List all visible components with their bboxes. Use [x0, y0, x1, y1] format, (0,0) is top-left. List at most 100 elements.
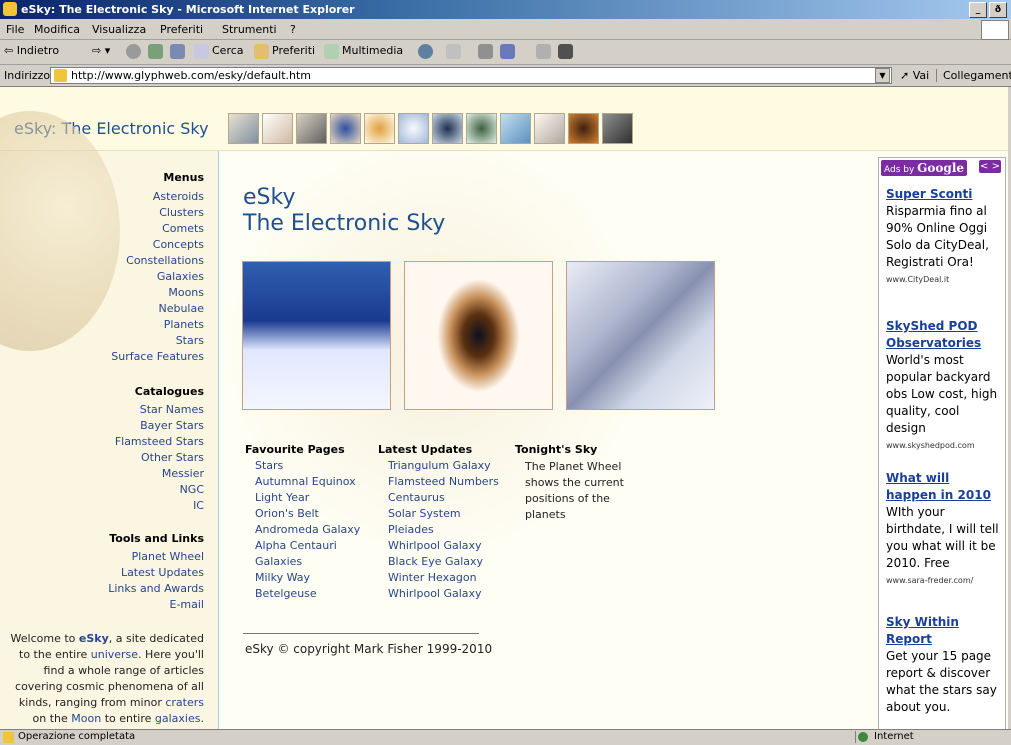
menu-strumenti[interactable]: Strumenti — [222, 23, 277, 36]
fav-link[interactable]: Autumnal Equinox — [255, 475, 356, 488]
favorites-icon — [254, 44, 269, 59]
fav-link[interactable]: Galaxies — [255, 555, 302, 568]
forward-button[interactable]: ⇨ ▾ — [92, 44, 110, 57]
feature-image-galaxy[interactable] — [404, 261, 553, 410]
update-link[interactable]: Black Eye Galaxy — [388, 555, 483, 568]
thumb-10[interactable] — [534, 113, 565, 144]
address-dropdown-button[interactable]: ▼ — [875, 68, 890, 83]
welcome-mid4: to entire — [101, 712, 155, 725]
discuss-icon[interactable] — [536, 44, 551, 59]
update-link[interactable]: Centaurus — [388, 491, 445, 504]
thumb-3[interactable] — [296, 113, 327, 144]
thumb-4[interactable] — [330, 113, 361, 144]
update-link[interactable]: Pleiades — [388, 523, 434, 536]
nav-surface-features[interactable]: Surface Features — [111, 350, 204, 363]
nav-constellations[interactable]: Constellations — [126, 254, 204, 267]
welcome-moon-link[interactable]: Moon — [71, 712, 101, 725]
window-titlebar[interactable]: eSky: The Electronic Sky - Microsoft Int… — [0, 0, 1011, 19]
address-field[interactable] — [50, 67, 892, 84]
update-link[interactable]: Winter Hexagon — [388, 571, 477, 584]
ad-title[interactable]: SkyShed POD Observatories — [886, 318, 1001, 352]
fav-link[interactable]: Stars — [255, 459, 283, 472]
menu-preferiti[interactable]: Preferiti — [160, 23, 203, 36]
ad-title[interactable]: What will happen in 2010 — [886, 470, 1001, 504]
update-link[interactable]: Whirlpool Galaxy — [388, 539, 482, 552]
ie-logo-icon — [3, 2, 17, 16]
ad-url[interactable]: www.CityDeal.it — [886, 271, 1001, 288]
welcome-esky-link[interactable]: eSky — [79, 632, 109, 645]
messenger-icon[interactable] — [558, 44, 573, 59]
update-link[interactable]: Triangulum Galaxy — [388, 459, 491, 472]
fav-link[interactable]: Light Year — [255, 491, 309, 504]
links-button[interactable]: Collegamenti — [936, 69, 1011, 82]
update-link[interactable]: Flamsteed Numbers — [388, 475, 499, 488]
home-icon[interactable] — [170, 44, 185, 59]
nav-planets[interactable]: Planets — [164, 318, 204, 331]
nav-clusters[interactable]: Clusters — [159, 206, 204, 219]
update-link[interactable]: Solar System — [388, 507, 461, 520]
feature-image-nebula[interactable] — [566, 261, 715, 410]
favorites-button[interactable]: Preferiti — [272, 44, 315, 57]
thumb-2[interactable] — [262, 113, 293, 144]
nav-ic[interactable]: IC — [193, 499, 204, 512]
update-link[interactable]: Whirlpool Galaxy — [388, 587, 482, 600]
nav-links-awards[interactable]: Links and Awards — [108, 582, 204, 595]
menu-visualizza[interactable]: Visualizza — [92, 23, 146, 36]
nav-concepts[interactable]: Concepts — [153, 238, 204, 251]
copyright-text: eSky © copyright Mark Fisher 1999-2010 — [245, 642, 493, 656]
url-input[interactable] — [71, 68, 871, 83]
restore-button[interactable]: ð — [989, 2, 1007, 18]
back-button[interactable]: ⇦ Indietro — [4, 44, 59, 57]
menu-modifica[interactable]: Modifica — [34, 23, 80, 36]
nav-planet-wheel[interactable]: Planet Wheel — [132, 550, 204, 563]
nav-nebulae[interactable]: Nebulae — [158, 302, 204, 315]
welcome-craters-link[interactable]: craters — [165, 696, 204, 709]
ad-title[interactable]: Sky Within Report — [886, 614, 1001, 648]
fav-link[interactable]: Andromeda Galaxy — [255, 523, 360, 536]
ad-url[interactable]: www.skyshedpod.com — [886, 437, 1001, 454]
tonight-text[interactable]: The Planet Wheel shows the current posit… — [525, 459, 625, 523]
welcome-galaxies-link[interactable]: galaxies — [155, 712, 201, 725]
mail-icon[interactable] — [446, 44, 461, 59]
fav-link[interactable]: Orion's Belt — [255, 507, 319, 520]
thumb-12[interactable] — [602, 113, 633, 144]
minimize-button[interactable]: _ — [969, 2, 987, 18]
nav-galaxies[interactable]: Galaxies — [157, 270, 204, 283]
nav-stars[interactable]: Stars — [176, 334, 204, 347]
nav-asteroids[interactable]: Asteroids — [153, 190, 204, 203]
thumb-1[interactable] — [228, 113, 259, 144]
thumb-9[interactable] — [500, 113, 531, 144]
fav-link[interactable]: Milky Way — [255, 571, 310, 584]
nav-other-stars[interactable]: Other Stars — [141, 451, 204, 464]
nav-latest-updates[interactable]: Latest Updates — [121, 566, 204, 579]
print-icon[interactable] — [478, 44, 493, 59]
menu-help[interactable]: ? — [290, 23, 296, 36]
fav-link[interactable]: Betelgeuse — [255, 587, 317, 600]
ad-title[interactable]: Super Sconti — [886, 186, 1001, 203]
history-icon[interactable] — [418, 44, 433, 59]
nav-email[interactable]: E-mail — [170, 598, 205, 611]
welcome-universe-link[interactable]: universe — [91, 648, 138, 661]
refresh-icon[interactable] — [148, 44, 163, 59]
nav-flamsteed-stars[interactable]: Flamsteed Stars — [115, 435, 204, 448]
go-button[interactable]: ➚ Vai — [900, 69, 929, 82]
menu-file[interactable]: File — [6, 23, 24, 36]
stop-icon[interactable] — [126, 44, 141, 59]
ad-url[interactable]: www.sara-freder.com/ — [886, 572, 1001, 589]
nav-ngc[interactable]: NGC — [180, 483, 204, 496]
nav-messier[interactable]: Messier — [162, 467, 204, 480]
fav-link[interactable]: Alpha Centauri — [255, 539, 337, 552]
nav-moons[interactable]: Moons — [168, 286, 204, 299]
nav-bayer-stars[interactable]: Bayer Stars — [140, 419, 204, 432]
feature-image-moon-landscape[interactable] — [242, 261, 391, 410]
nav-star-names[interactable]: Star Names — [140, 403, 204, 416]
nav-comets[interactable]: Comets — [162, 222, 204, 235]
thumb-11[interactable] — [568, 113, 599, 144]
search-button[interactable]: Cerca — [212, 44, 244, 57]
edit-icon[interactable] — [500, 44, 515, 59]
address-label: Indirizzo — [4, 69, 51, 82]
media-button[interactable]: Multimedia — [342, 44, 403, 57]
ads-by-google-label[interactable]: Ads by Google — [881, 160, 968, 176]
ads-by-google-header[interactable]: Ads by Google < > — [879, 158, 1005, 176]
ads-nav-arrows[interactable]: < > — [979, 160, 1001, 173]
